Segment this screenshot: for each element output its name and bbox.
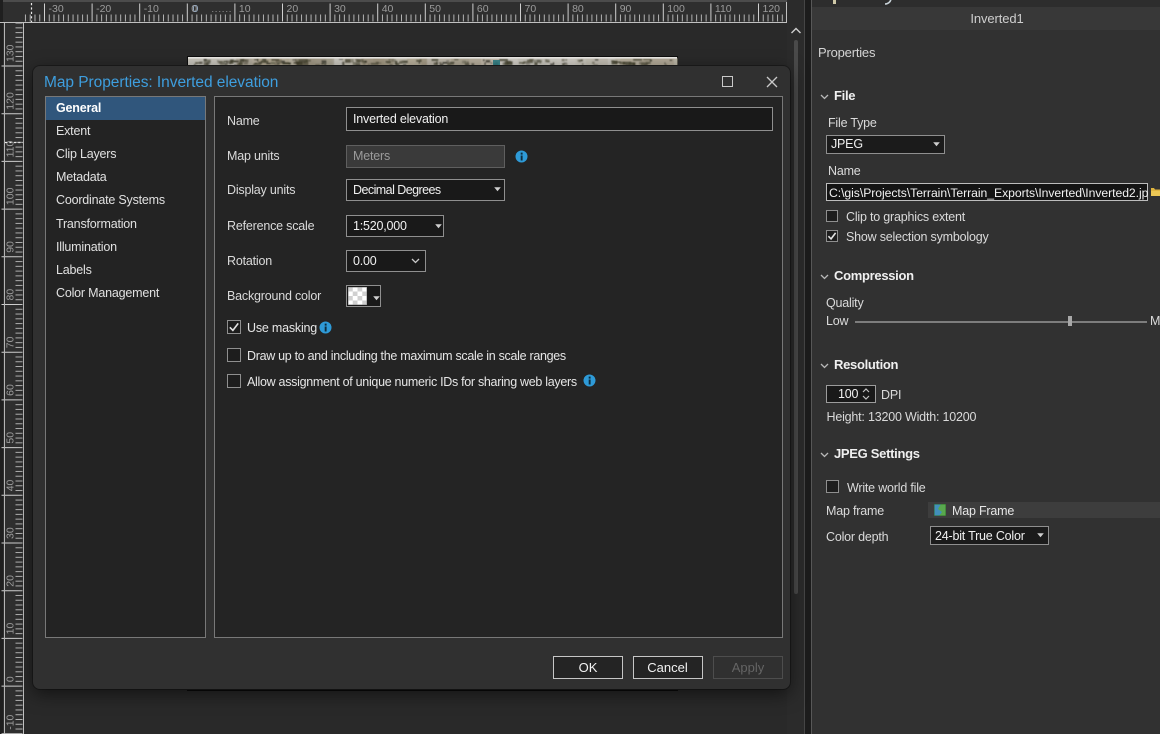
svg-text:40: 40 [5, 479, 17, 491]
svg-text:20: 20 [287, 3, 299, 15]
svg-text:30: 30 [334, 3, 346, 15]
svg-text:90: 90 [620, 3, 632, 15]
svg-text:50: 50 [5, 432, 17, 444]
svg-text:60: 60 [5, 384, 17, 396]
svg-text:90: 90 [5, 241, 17, 253]
svg-text:-20: -20 [96, 3, 111, 15]
svg-text:60: 60 [477, 3, 489, 15]
svg-text:70: 70 [525, 3, 537, 15]
svg-text:10: 10 [239, 3, 251, 15]
svg-text:80: 80 [5, 289, 17, 301]
svg-text:0: 0 [5, 676, 17, 682]
svg-text:110: 110 [715, 3, 732, 15]
svg-text:10: 10 [5, 623, 17, 635]
svg-text:-10: -10 [5, 714, 17, 729]
svg-text:70: 70 [5, 336, 17, 348]
svg-text:30: 30 [5, 527, 17, 539]
svg-text:0: 0 [193, 3, 199, 15]
svg-text:50: 50 [429, 3, 441, 15]
svg-text:40: 40 [382, 3, 394, 15]
svg-text:-10: -10 [144, 3, 159, 15]
svg-text:80: 80 [572, 3, 584, 15]
svg-text:20: 20 [5, 575, 17, 587]
svg-text:-30: -30 [49, 3, 64, 15]
svg-text:100: 100 [667, 3, 685, 15]
svg-text:100: 100 [5, 187, 17, 205]
svg-text:130: 130 [5, 44, 17, 62]
svg-text:120: 120 [5, 92, 17, 110]
svg-text:120: 120 [763, 3, 781, 15]
